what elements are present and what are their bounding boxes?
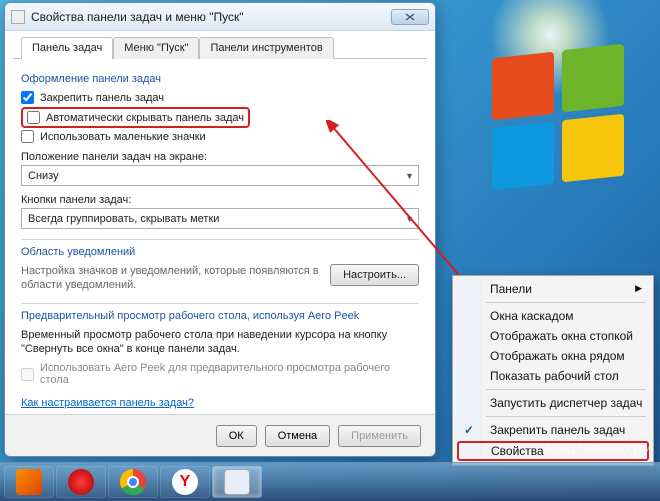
divider bbox=[21, 303, 419, 304]
autohide-row[interactable]: Автоматически скрывать панель задач bbox=[27, 111, 244, 124]
apply-button[interactable]: Применить bbox=[338, 425, 421, 447]
dialog-buttons: ОК Отмена Применить bbox=[5, 414, 435, 456]
tab-startmenu[interactable]: Меню "Пуск" bbox=[113, 37, 199, 59]
tabs: Панель задач Меню "Пуск" Панели инструме… bbox=[13, 31, 427, 59]
lock-taskbar-checkbox[interactable] bbox=[21, 91, 34, 104]
menu-properties[interactable]: Свойства bbox=[457, 441, 649, 461]
titlebar[interactable]: Свойства панели задач и меню "Пуск" bbox=[5, 3, 435, 31]
aero-peek-row[interactable]: Использовать Aero Peek для предварительн… bbox=[21, 362, 419, 386]
group-taskbar-appearance: Оформление панели задач bbox=[21, 73, 419, 85]
autohide-highlight: Автоматически скрывать панель задач bbox=[21, 107, 250, 128]
tab-toolbars[interactable]: Панели инструментов bbox=[199, 37, 333, 59]
small-icons-label: Использовать маленькие значки bbox=[40, 131, 206, 143]
menu-separator bbox=[486, 389, 646, 390]
chevron-down-icon: ▼ bbox=[405, 171, 414, 181]
taskbar-opera[interactable] bbox=[56, 466, 106, 498]
notification-desc: Настройка значков и уведомлений, которые… bbox=[21, 264, 320, 293]
ok-button[interactable]: ОК bbox=[216, 425, 257, 447]
menu-panels[interactable]: Панели ▶ bbox=[456, 279, 650, 299]
small-icons-checkbox[interactable] bbox=[21, 130, 34, 143]
chrome-icon bbox=[120, 469, 146, 495]
taskbar-wmp[interactable] bbox=[4, 466, 54, 498]
cancel-button[interactable]: Отмена bbox=[265, 425, 330, 447]
window-icon bbox=[11, 10, 25, 24]
configure-button[interactable]: Настроить... bbox=[330, 264, 419, 286]
taskbar-chrome[interactable] bbox=[108, 466, 158, 498]
taskbar-app-active[interactable] bbox=[212, 466, 262, 498]
menu-lock-taskbar[interactable]: Закрепить панель задач bbox=[456, 420, 650, 440]
position-label: Положение панели задач на экране: bbox=[21, 151, 419, 163]
menu-task-manager[interactable]: Запустить диспетчер задач bbox=[456, 393, 650, 413]
yandex-icon: Y bbox=[172, 469, 198, 495]
chevron-down-icon: ▼ bbox=[405, 214, 414, 224]
tab-taskbar[interactable]: Панель задач bbox=[21, 37, 113, 59]
group-notification: Область уведомлений bbox=[21, 246, 419, 258]
aero-peek-label: Использовать Aero Peek для предварительн… bbox=[40, 362, 419, 386]
window-title: Свойства панели задач и меню "Пуск" bbox=[31, 10, 391, 24]
windows-logo bbox=[492, 55, 632, 195]
buttons-label: Кнопки панели задач: bbox=[21, 194, 419, 206]
autohide-checkbox[interactable] bbox=[27, 111, 40, 124]
close-icon bbox=[405, 13, 415, 21]
divider bbox=[21, 239, 419, 240]
menu-separator bbox=[486, 302, 646, 303]
menu-separator bbox=[486, 416, 646, 417]
wmp-icon bbox=[16, 469, 42, 495]
help-link[interactable]: Как настраивается панель задач? bbox=[21, 397, 194, 409]
aero-peek-checkbox[interactable] bbox=[21, 368, 34, 381]
position-select[interactable]: Снизу ▼ bbox=[21, 165, 419, 186]
aero-desc: Временный просмотр рабочего стола при на… bbox=[21, 328, 419, 357]
lock-taskbar-label: Закрепить панель задач bbox=[40, 92, 164, 104]
small-icons-row[interactable]: Использовать маленькие значки bbox=[21, 130, 419, 143]
taskbar-yandex[interactable]: Y bbox=[160, 466, 210, 498]
menu-sidebyside[interactable]: Отображать окна рядом bbox=[456, 346, 650, 366]
taskbar-properties-dialog: Свойства панели задач и меню "Пуск" Пане… bbox=[4, 2, 436, 457]
app-icon bbox=[224, 469, 250, 495]
opera-icon bbox=[68, 469, 94, 495]
buttons-select[interactable]: Всегда группировать, скрывать метки ▼ bbox=[21, 208, 419, 229]
menu-stack[interactable]: Отображать окна стопкой bbox=[456, 326, 650, 346]
lock-taskbar-row[interactable]: Закрепить панель задач bbox=[21, 91, 419, 104]
close-button[interactable] bbox=[391, 9, 429, 25]
tab-panel: Оформление панели задач Закрепить панель… bbox=[5, 59, 435, 419]
position-value: Снизу bbox=[28, 170, 59, 182]
taskbar-context-menu: Панели ▶ Окна каскадом Отображать окна с… bbox=[452, 275, 654, 466]
submenu-arrow-icon: ▶ bbox=[635, 283, 642, 294]
autohide-label: Автоматически скрывать панель задач bbox=[46, 112, 244, 124]
taskbar[interactable]: Y bbox=[0, 462, 660, 501]
menu-show-desktop[interactable]: Показать рабочий стол bbox=[456, 366, 650, 386]
group-aero-peek: Предварительный просмотр рабочего стола,… bbox=[21, 310, 419, 322]
buttons-value: Всегда группировать, скрывать метки bbox=[28, 213, 219, 225]
menu-cascade[interactable]: Окна каскадом bbox=[456, 306, 650, 326]
